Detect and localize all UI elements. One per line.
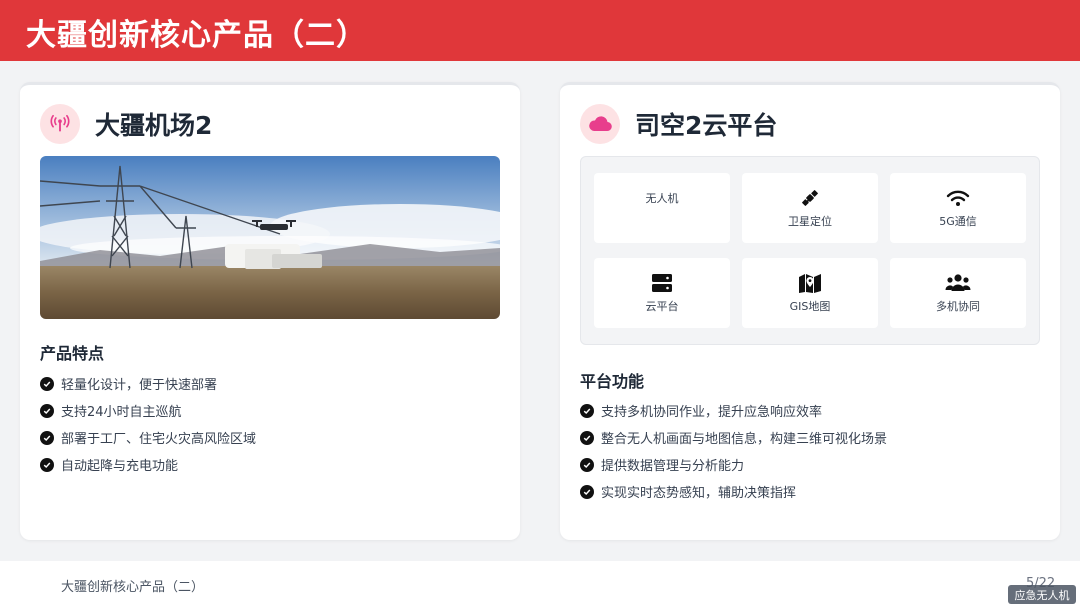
tile-satellite: 卫星定位 xyxy=(742,173,878,243)
tile-multi: 多机协同 xyxy=(890,258,1026,328)
tile-label: 5G通信 xyxy=(939,215,977,228)
footer-bar: 大疆创新核心产品（二） 5/22 xyxy=(0,561,1080,608)
product-card-dock: 大疆机场2 产品特点 轻量化设计，便于快速部署 支持24小时自主巡航 部署于工厂… xyxy=(20,82,520,540)
card-header: 大疆机场2 xyxy=(40,103,212,145)
product-card-platform: 司空2云平台 无人机 卫星定位 5G通信 云平台 GIS地图 多机协同 平台功能… xyxy=(560,82,1060,540)
tile-label: 卫星定位 xyxy=(788,215,832,228)
check-circle-icon xyxy=(580,457,594,472)
card-title: 大疆机场2 xyxy=(95,111,213,140)
check-circle-icon xyxy=(580,403,594,418)
function-text: 整合无人机画面与地图信息，构建三维可视化场景 xyxy=(601,432,888,447)
satellite-icon xyxy=(800,187,820,209)
list-item: 实现实时态势感知，辅助决策指挥 xyxy=(580,478,887,505)
map-marker-icon xyxy=(798,272,822,294)
tile-drone: 无人机 xyxy=(594,173,730,243)
check-circle-icon xyxy=(580,430,594,445)
users-icon xyxy=(945,272,971,294)
check-circle-icon xyxy=(40,403,54,418)
cloud-icon xyxy=(580,104,620,144)
capability-grid: 无人机 卫星定位 5G通信 云平台 GIS地图 多机协同 xyxy=(580,156,1040,345)
check-circle-icon xyxy=(580,484,594,499)
header-bar: 大疆创新核心产品（二） xyxy=(0,0,1080,61)
feature-text: 部署于工厂、住宅火灾高风险区域 xyxy=(61,432,257,447)
function-text: 实现实时态势感知，辅助决策指挥 xyxy=(601,486,797,501)
list-item: 整合无人机画面与地图信息，构建三维可视化场景 xyxy=(580,424,887,451)
broadcast-tower-icon xyxy=(40,104,80,144)
card-title: 司空2云平台 xyxy=(635,111,778,140)
check-circle-icon xyxy=(40,376,54,391)
check-circle-icon xyxy=(40,430,54,445)
list-item: 轻量化设计，便于快速部署 xyxy=(40,370,256,397)
list-item: 自动起降与充电功能 xyxy=(40,451,256,478)
list-item: 提供数据管理与分析能力 xyxy=(580,451,887,478)
drone-dock-photo xyxy=(40,156,500,319)
functions-title: 平台功能 xyxy=(580,372,645,391)
footer-title: 大疆创新核心产品（二） xyxy=(61,580,205,595)
page-title: 大疆创新核心产品（二） xyxy=(26,18,367,53)
tile-gis: GIS地图 xyxy=(742,258,878,328)
features-list: 轻量化设计，便于快速部署 支持24小时自主巡航 部署于工厂、住宅火灾高风险区域 … xyxy=(40,370,256,478)
feature-text: 支持24小时自主巡航 xyxy=(61,405,182,420)
functions-list: 支持多机协同作业，提升应急响应效率 整合无人机画面与地图信息，构建三维可视化场景… xyxy=(580,397,887,505)
tile-label: 多机协同 xyxy=(936,300,980,313)
card-header: 司空2云平台 xyxy=(580,103,777,145)
tile-label: 云平台 xyxy=(645,300,679,313)
features-title: 产品特点 xyxy=(40,344,105,363)
watermark-badge: 应急无人机 xyxy=(1008,585,1076,604)
server-icon xyxy=(651,272,673,294)
feature-text: 轻量化设计，便于快速部署 xyxy=(61,378,218,393)
feature-text: 自动起降与充电功能 xyxy=(61,459,179,474)
tile-5g: 5G通信 xyxy=(890,173,1026,243)
list-item: 支持多机协同作业，提升应急响应效率 xyxy=(580,397,887,424)
wifi-icon xyxy=(946,187,970,209)
check-circle-icon xyxy=(40,457,54,472)
tile-label: 无人机 xyxy=(645,192,679,205)
list-item: 部署于工厂、住宅火灾高风险区域 xyxy=(40,424,256,451)
function-text: 支持多机协同作业，提升应急响应效率 xyxy=(601,405,823,420)
tile-cloud: 云平台 xyxy=(594,258,730,328)
tile-label: GIS地图 xyxy=(789,300,831,313)
function-text: 提供数据管理与分析能力 xyxy=(601,459,745,474)
list-item: 支持24小时自主巡航 xyxy=(40,397,256,424)
